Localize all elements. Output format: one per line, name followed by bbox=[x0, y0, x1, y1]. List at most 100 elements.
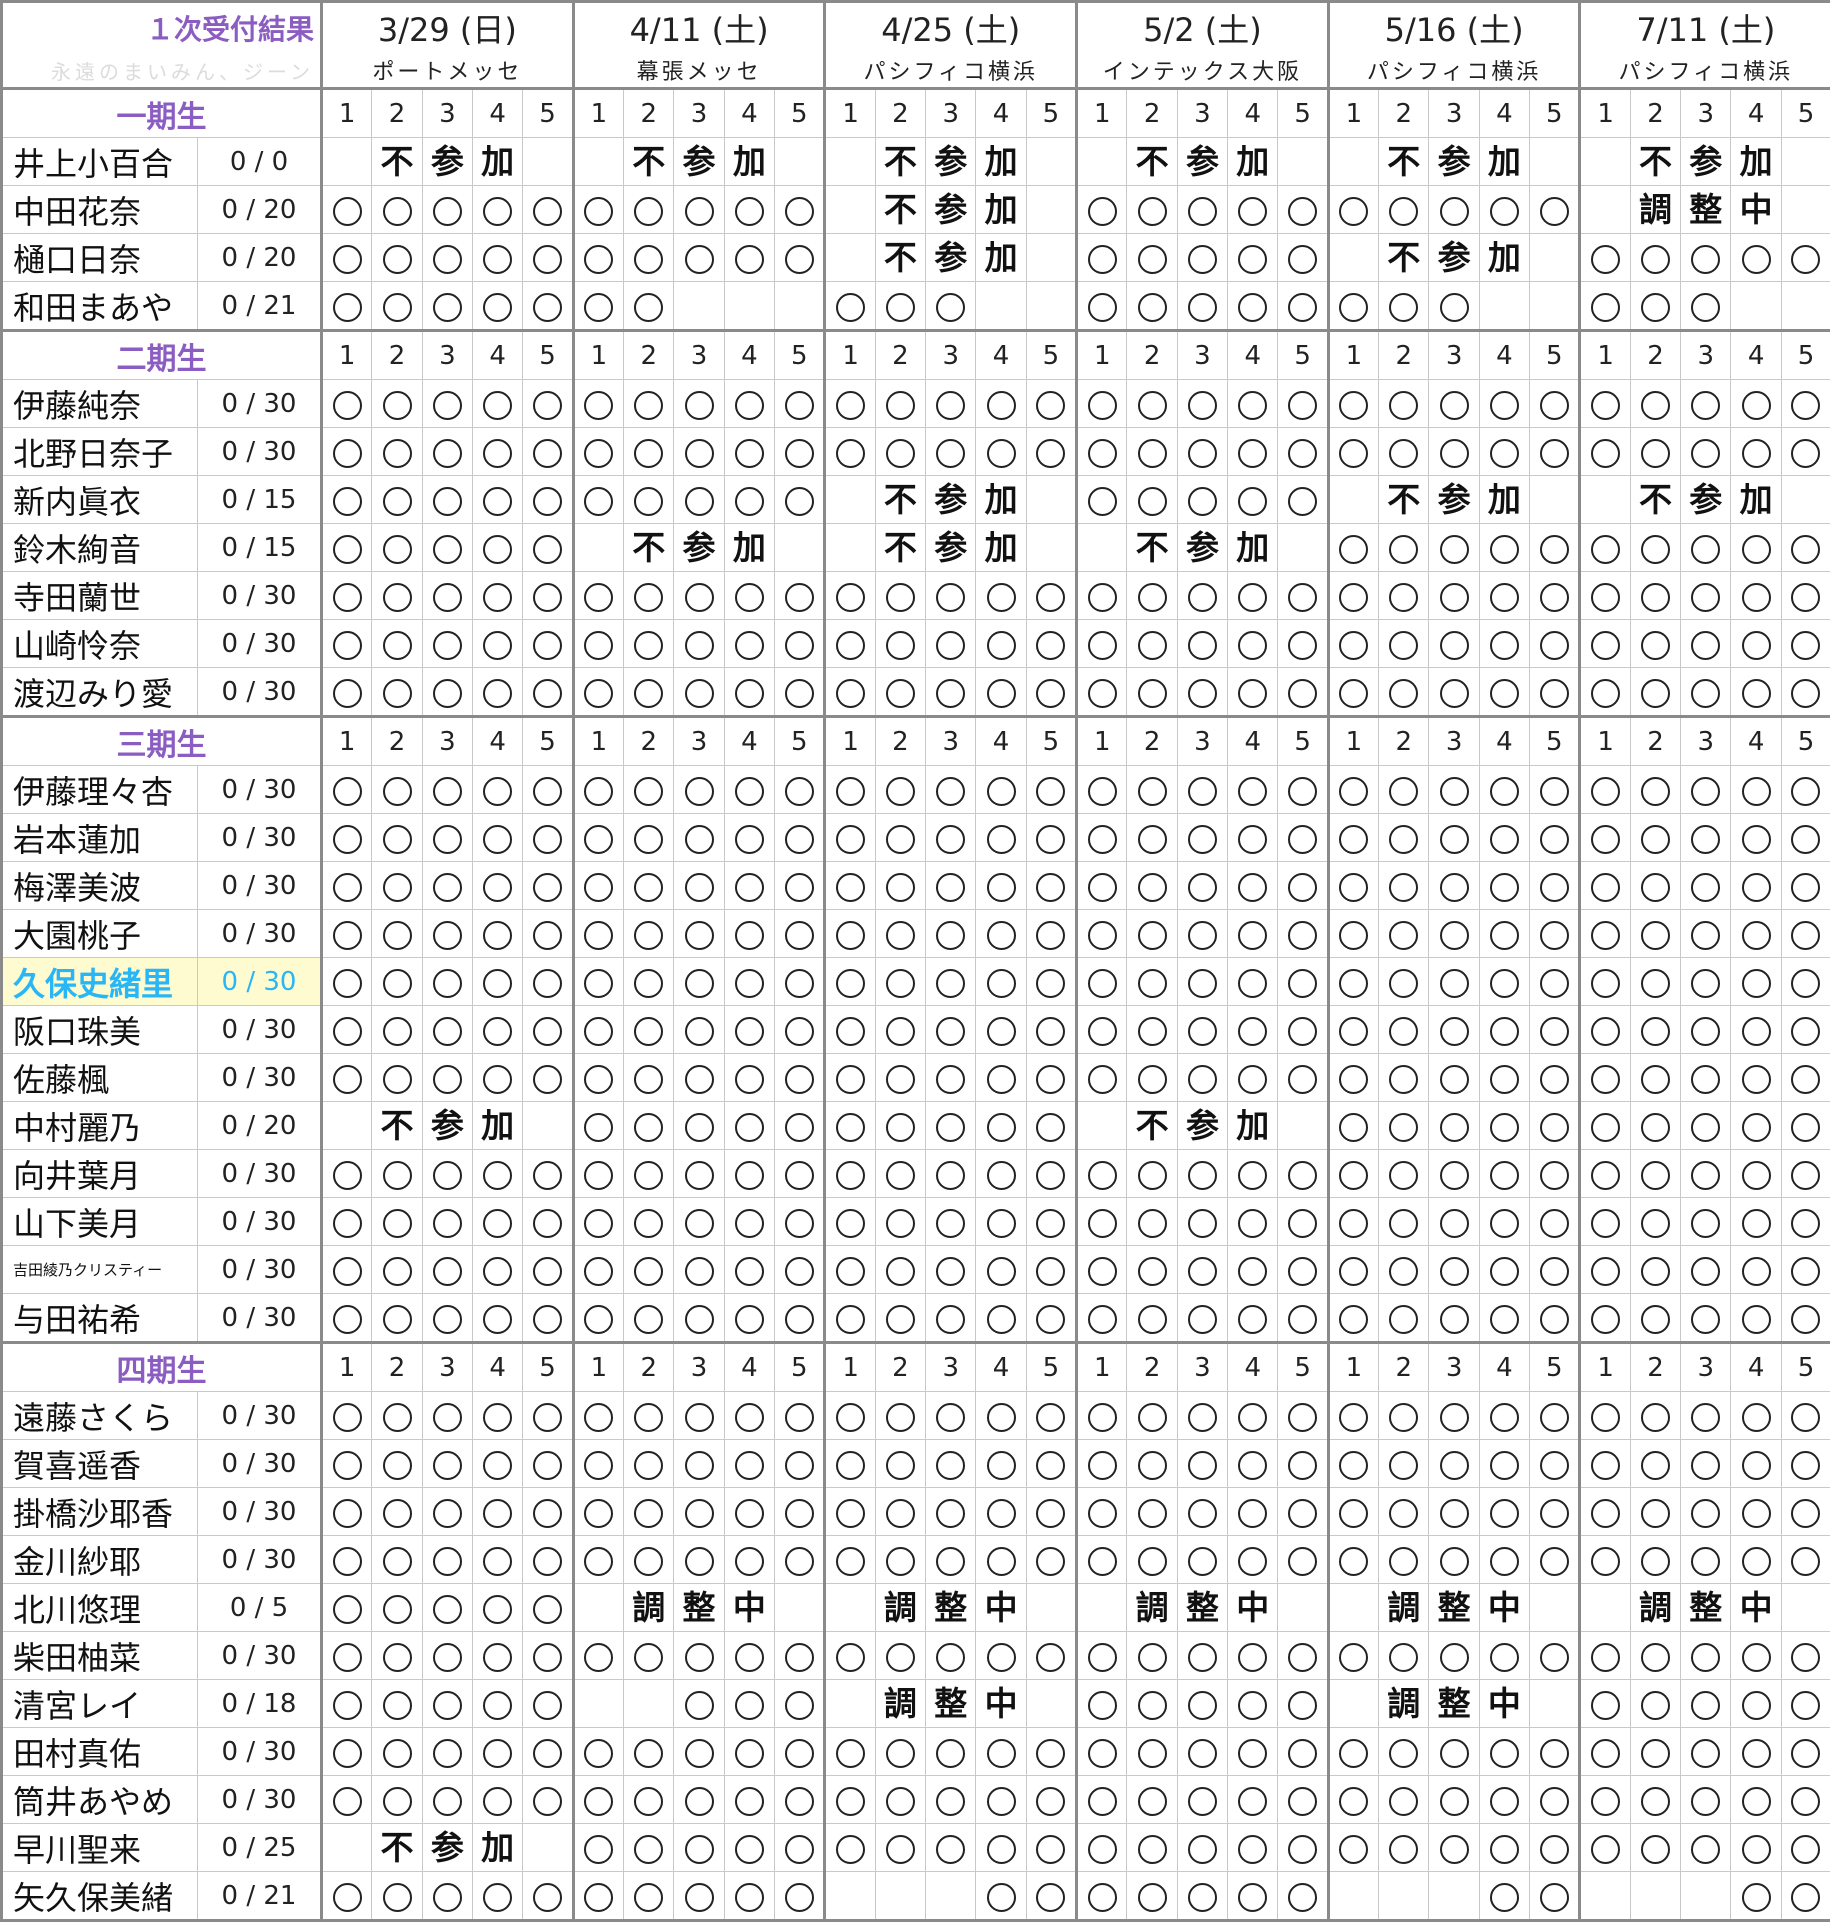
circle-icon bbox=[1691, 1257, 1720, 1286]
circle-icon bbox=[735, 1113, 764, 1142]
available-slot bbox=[372, 814, 422, 862]
available-slot bbox=[1681, 1102, 1731, 1150]
status-note-text: 参 bbox=[683, 528, 716, 567]
status-note-char: 参 bbox=[422, 138, 472, 186]
slot-number-text: 4 bbox=[1496, 99, 1513, 129]
slot-number-text: 3 bbox=[1446, 99, 1463, 129]
circle-icon bbox=[383, 1403, 412, 1432]
slot-number-text: 3 bbox=[1194, 1353, 1211, 1383]
circle-icon bbox=[1339, 1547, 1368, 1576]
circle-icon bbox=[1238, 679, 1267, 708]
circle-icon bbox=[433, 1643, 462, 1672]
slot-number: 1 bbox=[573, 717, 623, 766]
slot-number-text: 1 bbox=[1094, 1353, 1111, 1383]
available-slot bbox=[1278, 1392, 1328, 1440]
empty-slot bbox=[825, 138, 875, 186]
circle-icon bbox=[987, 873, 1016, 902]
circle-icon bbox=[886, 1305, 915, 1334]
available-slot bbox=[322, 186, 372, 234]
circle-icon bbox=[584, 1643, 613, 1672]
circle-icon bbox=[685, 1835, 714, 1864]
circle-icon bbox=[1088, 777, 1117, 806]
circle-icon bbox=[1188, 921, 1217, 950]
circle-icon bbox=[483, 777, 512, 806]
circle-icon bbox=[1238, 1451, 1267, 1480]
circle-icon bbox=[1440, 1305, 1469, 1334]
circle-icon bbox=[1691, 1403, 1720, 1432]
available-slot bbox=[422, 186, 472, 234]
available-slot bbox=[926, 282, 976, 331]
circle-icon bbox=[333, 583, 362, 612]
available-slot bbox=[422, 380, 472, 428]
available-slot bbox=[1077, 1488, 1127, 1536]
circle-icon bbox=[1691, 1739, 1720, 1768]
available-slot bbox=[1580, 524, 1630, 572]
available-slot bbox=[372, 428, 422, 476]
available-slot bbox=[1127, 1392, 1177, 1440]
circle-icon bbox=[1188, 825, 1217, 854]
circle-icon bbox=[987, 1787, 1016, 1816]
slot-number: 3 bbox=[1177, 89, 1227, 138]
circle-icon bbox=[1188, 245, 1217, 274]
member-name-text: 伊藤純奈 bbox=[13, 387, 141, 425]
circle-icon bbox=[936, 1209, 965, 1238]
slot-number-text: 1 bbox=[339, 727, 356, 757]
circle-icon bbox=[1591, 873, 1620, 902]
available-slot bbox=[1530, 1102, 1580, 1150]
member-count: 0 / 18 bbox=[198, 1680, 322, 1728]
slot-number: 5 bbox=[1781, 717, 1830, 766]
event-date: 7/11 (土) bbox=[1636, 11, 1775, 49]
circle-icon bbox=[886, 1065, 915, 1094]
available-slot bbox=[1681, 1632, 1731, 1680]
event-venue-header: パシフィコ横浜 bbox=[1328, 53, 1580, 89]
circle-icon bbox=[333, 1547, 362, 1576]
circle-icon bbox=[1742, 245, 1771, 274]
empty-slot bbox=[1328, 476, 1378, 524]
slot-number: 2 bbox=[624, 1343, 674, 1392]
circle-icon bbox=[1088, 1017, 1117, 1046]
status-note-char: 不 bbox=[1127, 524, 1177, 572]
status-note-text: 参 bbox=[431, 142, 464, 181]
circle-icon bbox=[1540, 1451, 1569, 1480]
circle-icon bbox=[735, 1547, 764, 1576]
circle-icon bbox=[1339, 1209, 1368, 1238]
available-slot bbox=[926, 572, 976, 620]
available-slot bbox=[825, 1488, 875, 1536]
circle-icon bbox=[886, 583, 915, 612]
available-slot bbox=[473, 862, 523, 910]
event-venue: パシフィコ横浜 bbox=[1367, 60, 1542, 85]
status-note-text: 不 bbox=[1639, 480, 1672, 519]
circle-icon bbox=[333, 487, 362, 516]
available-slot bbox=[624, 910, 674, 958]
circle-icon bbox=[433, 1017, 462, 1046]
status-note-char: 参 bbox=[1681, 138, 1731, 186]
available-slot bbox=[523, 1872, 573, 1921]
slot-number: 3 bbox=[1177, 717, 1227, 766]
circle-icon bbox=[1339, 679, 1368, 708]
circle-icon bbox=[433, 391, 462, 420]
available-slot bbox=[976, 1632, 1026, 1680]
available-slot bbox=[372, 668, 422, 717]
member-count: 0 / 30 bbox=[198, 1150, 322, 1198]
available-slot bbox=[573, 234, 623, 282]
member-name-text: 柴田柚菜 bbox=[13, 1639, 141, 1677]
circle-icon bbox=[483, 825, 512, 854]
status-note-text: 参 bbox=[1186, 142, 1219, 181]
member-name: 山下美月 bbox=[2, 1198, 198, 1246]
circle-icon bbox=[1591, 825, 1620, 854]
status-note-text: 整 bbox=[1689, 1588, 1722, 1627]
available-slot bbox=[422, 766, 472, 814]
slot-number: 2 bbox=[1630, 717, 1680, 766]
available-slot bbox=[1781, 234, 1830, 282]
available-slot bbox=[1177, 428, 1227, 476]
available-slot bbox=[1328, 668, 1378, 717]
available-slot bbox=[775, 1776, 825, 1824]
available-slot bbox=[372, 282, 422, 331]
circle-icon bbox=[333, 245, 362, 274]
available-slot bbox=[926, 1392, 976, 1440]
circle-icon bbox=[1288, 391, 1317, 420]
circle-icon bbox=[987, 1835, 1016, 1864]
circle-icon bbox=[533, 1499, 562, 1528]
available-slot bbox=[1580, 1006, 1630, 1054]
circle-icon bbox=[1339, 391, 1368, 420]
